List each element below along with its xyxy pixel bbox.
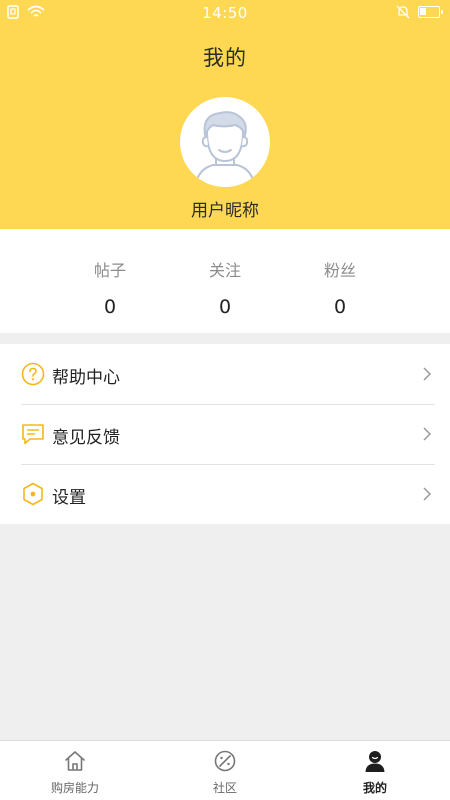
menu-item-label: 帮助中心 bbox=[52, 368, 120, 388]
status-bar: 14:50 bbox=[0, 0, 450, 26]
profile-header: 14:50 我的 用户昵称 bbox=[0, 0, 450, 229]
mute-bell-icon bbox=[396, 5, 410, 19]
tab-community[interactable]: 社区 bbox=[150, 741, 300, 800]
stat-following[interactable]: 关注 0 bbox=[165, 229, 285, 333]
help-circle-icon bbox=[21, 362, 45, 386]
settings-menu: 帮助中心 意见反馈 设置 bbox=[0, 344, 450, 524]
tab-me[interactable]: 我的 bbox=[300, 741, 450, 800]
chevron-right-icon bbox=[423, 367, 432, 381]
avatar[interactable] bbox=[180, 97, 270, 187]
tab-label: 我的 bbox=[362, 781, 387, 795]
chevron-right-icon bbox=[423, 427, 432, 441]
stat-value: 0 bbox=[103, 296, 117, 318]
battery-icon bbox=[418, 6, 443, 18]
stat-label: 粉丝 bbox=[323, 261, 356, 280]
stat-value: 0 bbox=[333, 296, 347, 318]
menu-item-feedback[interactable]: 意见反馈 bbox=[0, 404, 450, 464]
chevron-right-icon bbox=[423, 487, 432, 501]
menu-item-settings[interactable]: 设置 bbox=[0, 464, 450, 524]
user-nickname[interactable]: 用户昵称 bbox=[0, 196, 450, 221]
user-icon bbox=[365, 751, 385, 772]
stat-label: 帖子 bbox=[93, 261, 126, 280]
default-avatar-icon bbox=[194, 111, 256, 187]
status-right-icons bbox=[396, 5, 443, 19]
menu-item-label: 设置 bbox=[52, 488, 86, 508]
tab-home-buying-power[interactable]: 购房能力 bbox=[0, 741, 150, 800]
bottom-tab-bar: 购房能力 社区 我的 bbox=[0, 740, 450, 800]
status-time: 14:50 bbox=[202, 4, 248, 22]
stat-posts[interactable]: 帖子 0 bbox=[50, 229, 170, 333]
home-icon bbox=[65, 751, 85, 771]
feedback-chat-icon bbox=[22, 424, 44, 445]
page-title: 我的 bbox=[203, 46, 247, 70]
tab-label: 购房能力 bbox=[50, 781, 99, 795]
tab-label: 社区 bbox=[212, 781, 237, 795]
stat-followers[interactable]: 粉丝 0 bbox=[280, 229, 400, 333]
stat-value: 0 bbox=[218, 296, 232, 318]
stat-label: 关注 bbox=[208, 261, 241, 280]
settings-hexagon-icon bbox=[23, 482, 43, 506]
menu-item-label: 意见反馈 bbox=[52, 428, 120, 448]
stats-panel: 帖子 0 关注 0 粉丝 0 bbox=[0, 229, 450, 333]
menu-item-help-center[interactable]: 帮助中心 bbox=[0, 344, 450, 404]
planet-icon bbox=[214, 750, 236, 772]
